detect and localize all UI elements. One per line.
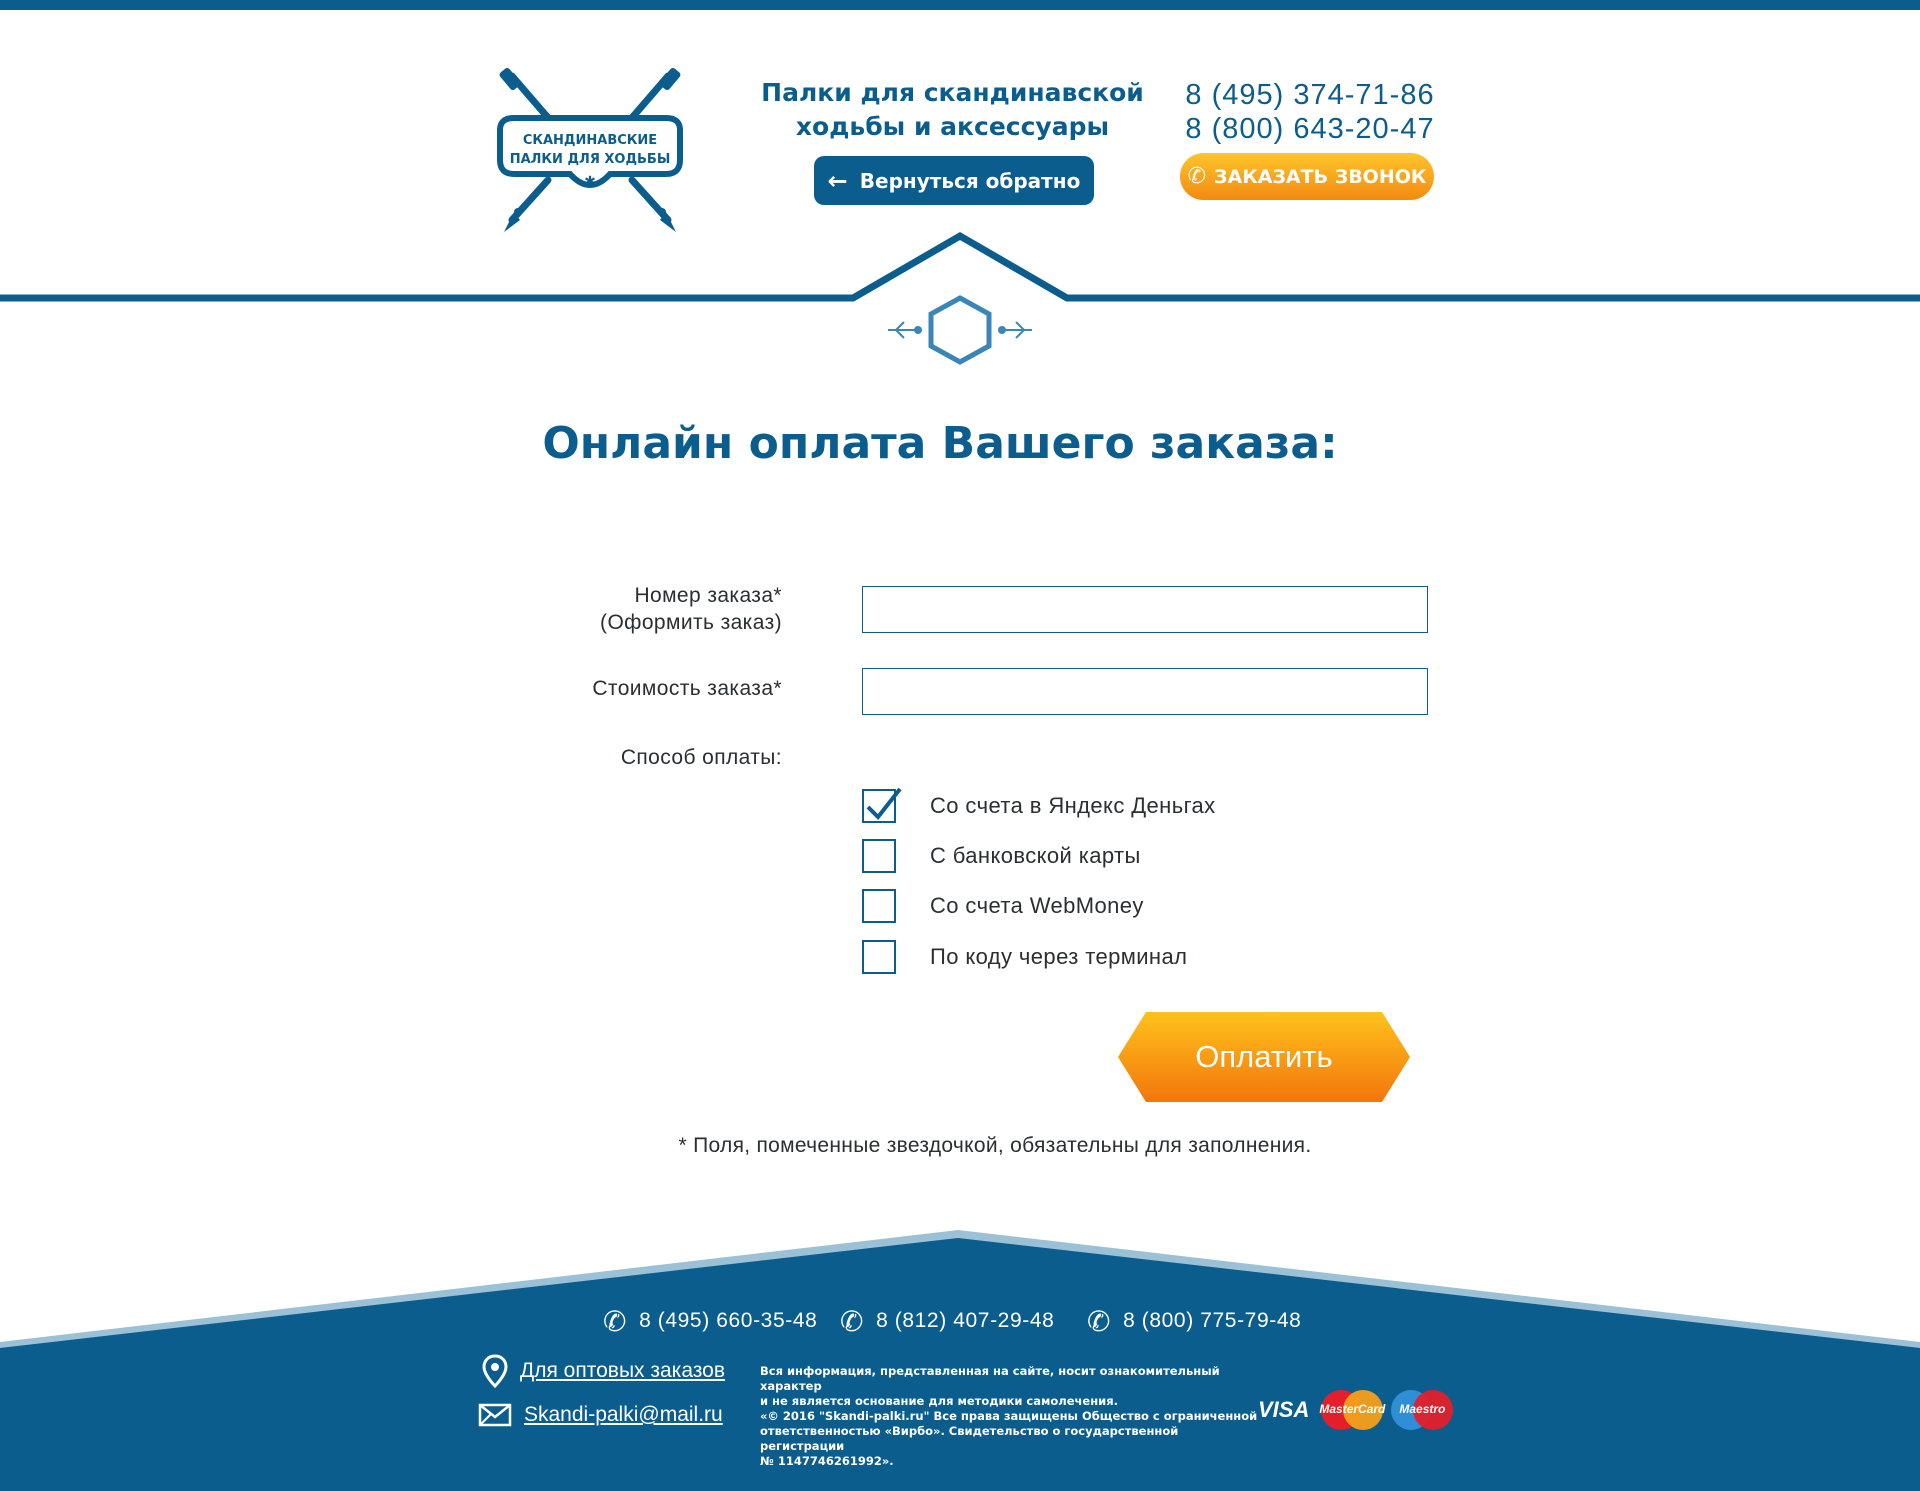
- payment-option-label: С банковской карты: [930, 843, 1141, 868]
- header-phones: 8 (495) 374-71-86 8 (800) 643-20-47: [1160, 78, 1460, 146]
- footer-phone-1-number: 8 (495) 660-35-48: [639, 1309, 818, 1332]
- payment-option-terminal[interactable]: По коду через терминал: [862, 937, 1187, 977]
- back-button[interactable]: ← Вернуться обратно: [814, 156, 1094, 205]
- maestro-logo: Maestro: [1391, 1390, 1454, 1430]
- order-number-label: Номер заказа* (Оформить заказ): [520, 582, 782, 636]
- payment-option-bank-card[interactable]: С банковской карты: [862, 836, 1141, 876]
- email-link-text: Skandi-palki@mail.ru: [524, 1403, 723, 1426]
- checkmark-icon: [866, 787, 902, 821]
- mastercard-logo: MasterCard: [1319, 1390, 1386, 1430]
- checkbox[interactable]: [862, 839, 896, 873]
- payment-logos: VISA MasterCard Maestro: [1258, 1390, 1454, 1430]
- checkbox[interactable]: [862, 940, 896, 974]
- logo-text-line1: СКАНДИНАВСКИЕ: [523, 133, 657, 148]
- order-number-input[interactable]: [862, 586, 1428, 633]
- arrow-left-icon: ←: [827, 166, 848, 195]
- payment-option-yandex[interactable]: Со счета в Яндекс Деньгах: [862, 786, 1216, 826]
- header-divider: [0, 231, 1920, 365]
- footer-phone-2-number: 8 (812) 407-29-48: [876, 1309, 1055, 1332]
- copyright-line2: ответственностью «Вирбо». Свидетельство …: [760, 1424, 1179, 1453]
- pay-button-label: Оплатить: [1195, 1039, 1333, 1074]
- phone-icon: ✆: [603, 1305, 628, 1337]
- phone-handset-icon: ✆: [1187, 164, 1206, 189]
- top-accent-bar: [0, 0, 1920, 10]
- callback-button-label: ЗАКАЗАТЬ ЗВОНОК: [1214, 165, 1427, 188]
- wholesale-orders-link[interactable]: Для оптовых заказов: [482, 1354, 725, 1388]
- location-pin-icon: [482, 1354, 508, 1388]
- footer-phone-3-number: 8 (800) 775-79-48: [1123, 1309, 1302, 1332]
- order-cost-label: Стоимость заказа*: [592, 677, 782, 700]
- footer-phone-1[interactable]: ✆ 8 (495) 660-35-48: [603, 1305, 818, 1337]
- page-title: Онлайн оплата Вашего заказа:: [542, 418, 1338, 469]
- hexagon-ornament-icon: [888, 295, 1032, 365]
- footer-disclaimer: Вся информация, представленная на сайте,…: [760, 1364, 1260, 1409]
- tagline-line1: Палки для скандинавской: [761, 78, 1144, 107]
- checkbox[interactable]: [862, 889, 896, 923]
- order-number-label-line1: Номер заказа*: [634, 584, 782, 607]
- footer-phone-2[interactable]: ✆ 8 (812) 407-29-48: [840, 1305, 1055, 1337]
- payment-option-label: По коду через терминал: [930, 944, 1188, 969]
- footer-copyright: «© 2016 "Skandi-palki.ru" Все права защи…: [760, 1409, 1260, 1469]
- order-callback-button[interactable]: ✆ ЗАКАЗАТЬ ЗВОНОК: [1180, 153, 1434, 200]
- wholesale-orders-link-text: Для оптовых заказов: [520, 1359, 726, 1382]
- pay-button[interactable]: Оплатить: [1118, 1012, 1410, 1102]
- checkbox-checked[interactable]: [862, 787, 902, 823]
- copyright-line1: «© 2016 "Skandi-palki.ru" Все права защи…: [760, 1409, 1258, 1423]
- email-link[interactable]: Skandi-palki@mail.ru: [478, 1403, 723, 1427]
- back-button-label: Вернуться обратно: [859, 168, 1081, 193]
- payment-method-label: Способ оплаты:: [620, 746, 782, 769]
- logo-text-line2: ПАЛКИ ДЛЯ ХОДЬБЫ: [510, 152, 671, 167]
- maestro-logo-text: Maestro: [1399, 1402, 1446, 1416]
- site-logo[interactable]: СКАНДИНАВСКИЕ ПАЛКИ ДЛЯ ХОДЬБЫ ✱: [490, 62, 690, 237]
- site-tagline: Палки для скандинавской ходьбы и аксессу…: [750, 76, 1155, 144]
- svg-text:✱: ✱: [584, 174, 596, 190]
- tagline-line2: ходьбы и аксессуары: [795, 112, 1110, 141]
- footer-phone-3[interactable]: ✆ 8 (800) 775-79-48: [1087, 1305, 1302, 1337]
- phone-icon: ✆: [840, 1305, 865, 1337]
- payment-option-webmoney[interactable]: Со счета WebMoney: [862, 886, 1144, 926]
- copyright-line3: № 1147746261992».: [760, 1454, 894, 1468]
- order-number-create-link[interactable]: (Оформить заказ): [520, 609, 782, 636]
- order-cost-input[interactable]: [862, 668, 1428, 715]
- header-phone-2[interactable]: 8 (800) 643-20-47: [1160, 112, 1460, 146]
- envelope-icon: [478, 1403, 512, 1427]
- disclaimer-line1: Вся информация, представленная на сайте,…: [760, 1364, 1220, 1393]
- header-phone-1[interactable]: 8 (495) 374-71-86: [1160, 78, 1460, 112]
- mastercard-logo-text: MasterCard: [1319, 1402, 1386, 1416]
- payment-option-label: Со счета в Яндекс Деньгах: [930, 793, 1216, 818]
- payment-option-label: Со счета WebMoney: [930, 893, 1144, 918]
- crossed-poles-logo-icon: СКАНДИНАВСКИЕ ПАЛКИ ДЛЯ ХОДЬБЫ ✱: [497, 67, 683, 232]
- disclaimer-line2: и не является основание для методики сам…: [760, 1394, 1118, 1408]
- phone-icon: ✆: [1087, 1305, 1112, 1337]
- visa-logo: VISA: [1258, 1397, 1310, 1422]
- required-fields-note: * Поля, помеченные звездочкой, обязатель…: [678, 1134, 1312, 1157]
